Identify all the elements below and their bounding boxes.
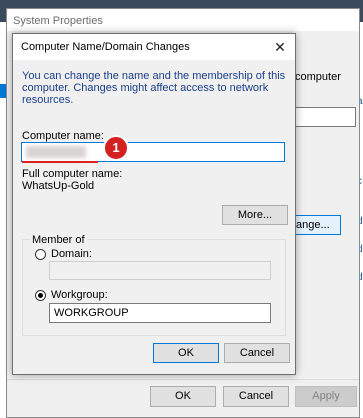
system-properties-apply-button[interactable]: Apply xyxy=(295,386,357,407)
more-button[interactable]: More... xyxy=(222,205,288,225)
dialog-description: computer. Changes might affect access to… xyxy=(22,82,269,106)
system-properties-titlebar: System Properties xyxy=(7,9,359,31)
workgroup-input[interactable]: WORKGROUP xyxy=(49,303,271,323)
dialog-description: You can change the name and the membersh… xyxy=(22,70,286,82)
dialog-titlebar: Computer Name/Domain Changes ✕ xyxy=(13,34,295,60)
system-properties-ok-button[interactable]: OK xyxy=(150,386,216,407)
change-button[interactable]: ange... xyxy=(291,215,341,235)
highlight-underline xyxy=(22,161,98,163)
system-properties-title: System Properties xyxy=(13,15,103,27)
computer-name-label: Computer name: xyxy=(22,130,104,142)
computer-description-input[interactable] xyxy=(294,107,356,127)
computer-name-input[interactable] xyxy=(21,142,285,163)
full-computer-name-label: Full computer name: xyxy=(22,168,123,180)
full-computer-name-value: WhatsUp-Gold xyxy=(22,180,95,192)
computer-description-fragment: computer xyxy=(295,71,341,83)
divider xyxy=(7,379,359,380)
member-of-label: Member of xyxy=(30,234,87,246)
computer-name-dialog: Computer Name/Domain Changes ✕ You can c… xyxy=(12,33,296,375)
step-marker: 1 xyxy=(103,135,129,161)
system-properties-cancel-button[interactable]: Cancel xyxy=(223,386,289,407)
workgroup-label: Workgroup: xyxy=(51,289,108,301)
cancel-button[interactable]: Cancel xyxy=(224,343,290,363)
domain-radio[interactable] xyxy=(35,249,46,260)
domain-label: Domain: xyxy=(51,248,92,260)
redacted-computer-name xyxy=(26,146,86,158)
domain-input[interactable] xyxy=(49,261,271,280)
dialog-title: Computer Name/Domain Changes xyxy=(21,41,190,53)
workgroup-radio[interactable] xyxy=(35,290,46,301)
ok-button[interactable]: OK xyxy=(153,343,219,363)
close-icon[interactable]: ✕ xyxy=(267,36,293,58)
